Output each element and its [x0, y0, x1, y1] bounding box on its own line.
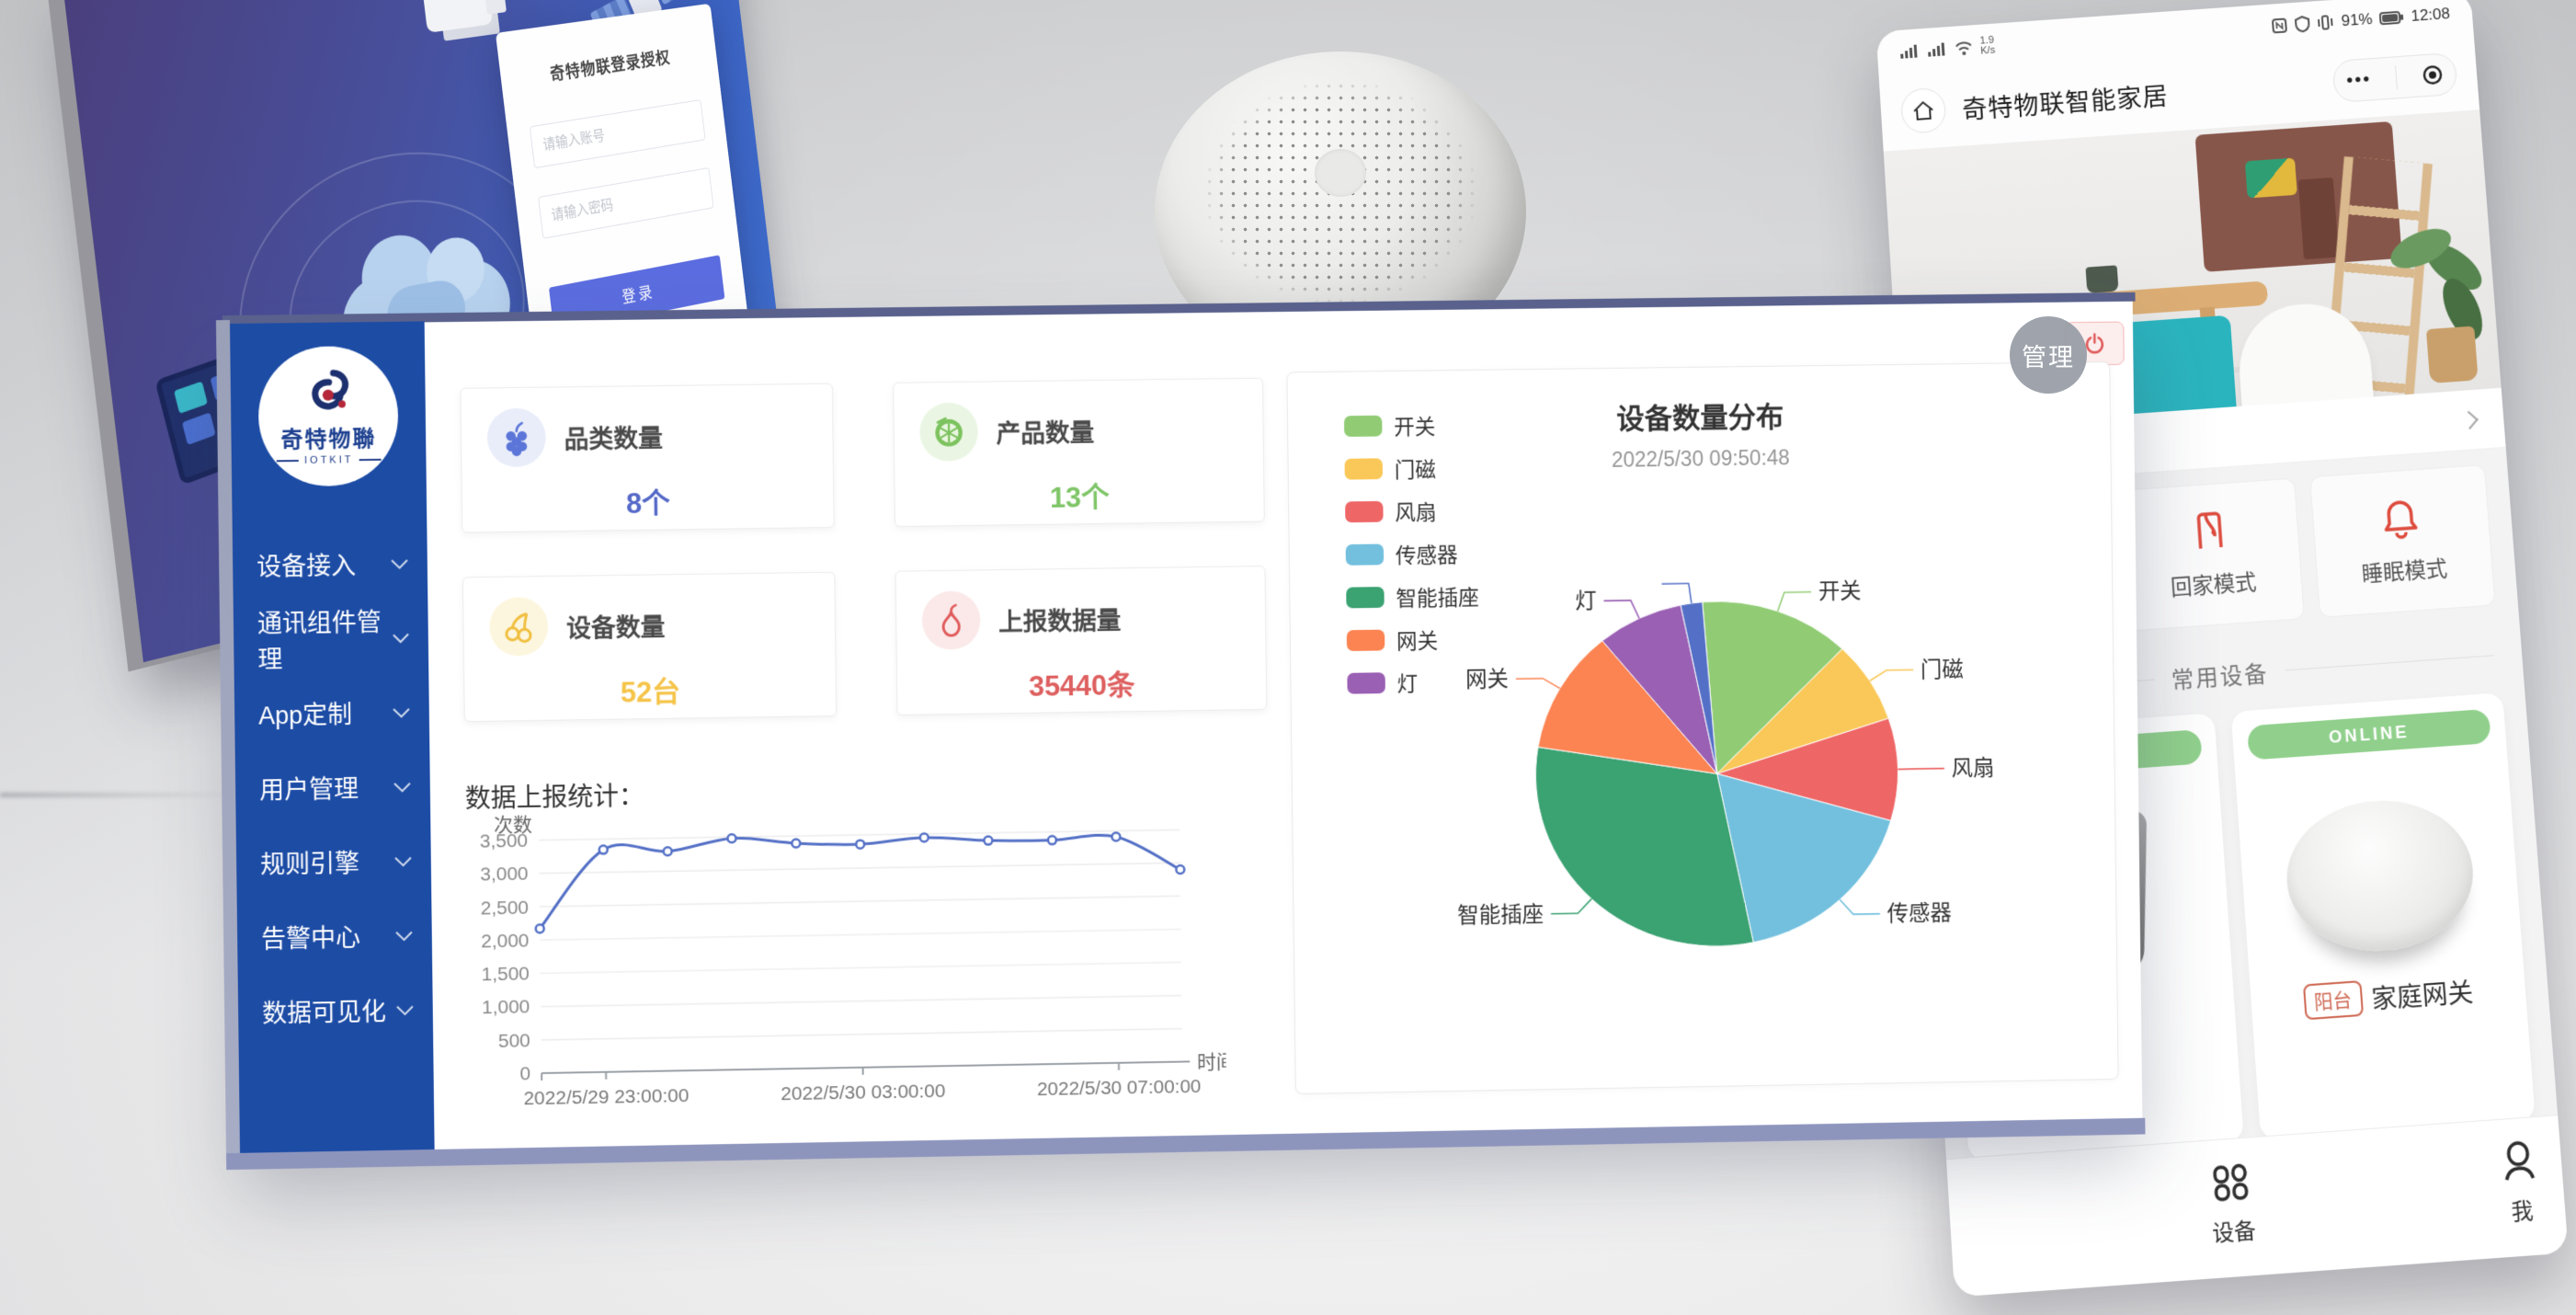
svg-text:0: 0 — [519, 1063, 530, 1084]
logo: 奇特物聯 IOTKIT — [257, 346, 399, 487]
svg-text:2022/5/30 03:00:00: 2022/5/30 03:00:00 — [781, 1081, 945, 1104]
person-icon — [2496, 1138, 2541, 1184]
chevron-right-icon — [2460, 410, 2479, 429]
line-chart: 05001,0001,5002,0002,5003,0003,5002022/5… — [458, 802, 1226, 1136]
mode-card-home[interactable]: 回家模式 — [2118, 478, 2304, 632]
stat-value: 52台 — [490, 667, 810, 713]
stat-card-products: 产品数量 13个 — [893, 378, 1265, 527]
gateway-image — [2281, 795, 2478, 957]
svg-text:智能插座: 智能插座 — [1457, 902, 1544, 928]
speaker-logo — [1315, 149, 1366, 197]
chevron-down-icon — [393, 627, 409, 644]
shield-icon — [2295, 16, 2310, 33]
svg-text:1,500: 1,500 — [481, 964, 530, 986]
floor-seam — [0, 793, 239, 797]
sidebar-item-5[interactable]: 告警中心 — [237, 897, 433, 974]
sidebar-item-3[interactable]: 用户管理 — [235, 749, 431, 826]
svg-text:2,000: 2,000 — [481, 930, 530, 952]
login-title: 奇特物联登录授权 — [522, 40, 697, 90]
line-chart-title: 数据上报统计： — [465, 776, 645, 816]
miniprogram-capsule: ••• — [2331, 52, 2457, 103]
svg-text:2022/5/30 07:00:00: 2022/5/30 07:00:00 — [1037, 1076, 1202, 1100]
bell-icon — [2377, 496, 2423, 542]
pie-card: 设备数量分布 2022/5/30 09:50:48 开关门磁风扇传感器智能插座网… — [1286, 361, 2118, 1094]
status-badge: ONLINE — [2247, 709, 2491, 760]
sidebar-item-4[interactable]: 规则引擎 — [236, 823, 432, 900]
close-capsule-button[interactable] — [2421, 63, 2445, 87]
stat-cards: 品类数量 8个 产品数量 13个 — [460, 378, 1267, 722]
nfc-icon — [2271, 17, 2288, 34]
room-tag: 阳台 — [2302, 980, 2363, 1020]
home-button[interactable] — [1900, 87, 1947, 134]
svg-text:2,500: 2,500 — [481, 897, 530, 919]
signal-icon — [1899, 43, 1921, 60]
logo-subtitle: IOTKIT — [277, 453, 381, 465]
door-icon — [2187, 509, 2233, 555]
stat-card-reports: 上报数据量 35440条 — [895, 566, 1268, 715]
stat-card-devices: 设备数量 52台 — [462, 572, 837, 722]
net-speed: 1.9 K/s — [1979, 36, 1995, 57]
sidebar-item-2[interactable]: App定制 — [234, 674, 430, 751]
section-header-label: 常用设备 — [2171, 655, 2270, 695]
sidebar-item-0[interactable]: 设备接入 — [233, 525, 428, 602]
logo-name: 奇特物聯 — [280, 419, 376, 452]
hero-cup — [2085, 265, 2118, 293]
grid-icon — [2208, 1160, 2252, 1206]
svg-text:500: 500 — [498, 1030, 530, 1052]
sidebar-nav: 设备接入通讯组件管理App定制用户管理规则引擎告警中心数据可见化 — [233, 525, 434, 1049]
vibrate-icon — [2317, 14, 2334, 31]
stat-value: 35440条 — [923, 660, 1241, 706]
tab-me[interactable]: 我 — [2496, 1138, 2544, 1227]
password-input[interactable] — [538, 167, 713, 239]
pear-icon — [922, 590, 981, 650]
battery-icon — [2379, 11, 2404, 26]
chevron-down-icon — [393, 775, 410, 792]
lime-icon — [919, 403, 978, 462]
svg-text:开关: 开关 — [1818, 579, 1862, 604]
more-button[interactable]: ••• — [2346, 69, 2373, 92]
web-dashboard-panel: 奇特物聯 IOTKIT 设备接入通讯组件管理App定制用户管理规则引擎告警中心数… — [230, 301, 2142, 1153]
clock-time: 12:08 — [2411, 5, 2451, 26]
chevron-down-icon — [395, 924, 412, 941]
stat-value: 13个 — [920, 472, 1238, 517]
wifi-icon — [1955, 40, 1974, 55]
cherries-icon — [489, 597, 548, 657]
chevron-down-icon — [394, 850, 411, 866]
stat-card-categories: 品类数量 8个 — [460, 383, 834, 533]
svg-text:门磁: 门磁 — [1921, 658, 1964, 682]
svg-text:风扇: 风扇 — [1952, 756, 1995, 781]
admin-avatar-badge[interactable]: 管理 — [2010, 316, 2087, 394]
logo-mark-icon — [300, 367, 358, 419]
svg-text:2022/5/29 23:00:00: 2022/5/29 23:00:00 — [523, 1085, 689, 1109]
svg-text:时间: 时间 — [1197, 1052, 1226, 1074]
grapes-icon — [487, 408, 546, 468]
device-card-gateway[interactable]: ONLINE 阳台 家庭网关 — [2231, 692, 2536, 1140]
stage: 奇特物联登录授权 登录 1.9 K/s — [0, 0, 2576, 1315]
stat-value: 8个 — [488, 478, 808, 524]
mode-card-sleep[interactable]: 睡眠模式 — [2309, 464, 2496, 618]
svg-text:传感器: 传感器 — [1887, 901, 1952, 927]
sidebar: 奇特物聯 IOTKIT 设备接入通讯组件管理App定制用户管理规则引擎告警中心数… — [230, 321, 435, 1152]
app-title: 奇特物联智能家居 — [1961, 75, 2170, 126]
svg-text:1,000: 1,000 — [482, 997, 530, 1019]
home-icon — [1911, 99, 1934, 121]
camera-illustration — [422, 0, 493, 33]
sidebar-item-1[interactable]: 通讯组件管理 — [234, 600, 429, 677]
sidebar-item-6[interactable]: 数据可见化 — [238, 971, 434, 1049]
dashboard-main: 品类数量 8个 产品数量 13个 — [425, 302, 2143, 1149]
pie-chart: 开关门磁风扇传感器 智能插座 网关 灯 — [1287, 362, 2117, 1093]
username-input[interactable] — [530, 99, 706, 168]
svg-text:次数: 次数 — [494, 815, 532, 837]
chevron-down-icon — [396, 999, 413, 1015]
chevron-down-icon — [391, 553, 407, 569]
chevron-down-icon — [393, 701, 409, 717]
battery-percent: 91% — [2341, 10, 2373, 30]
svg-text:3,000: 3,000 — [480, 863, 529, 886]
svg-text:网关: 网关 — [1465, 667, 1509, 692]
device-name: 家庭网关 — [2370, 971, 2474, 1016]
tab-devices[interactable]: 设备 — [2207, 1160, 2257, 1249]
signal-icon — [1927, 41, 1948, 58]
svg-text:灯: 灯 — [1575, 589, 1597, 614]
